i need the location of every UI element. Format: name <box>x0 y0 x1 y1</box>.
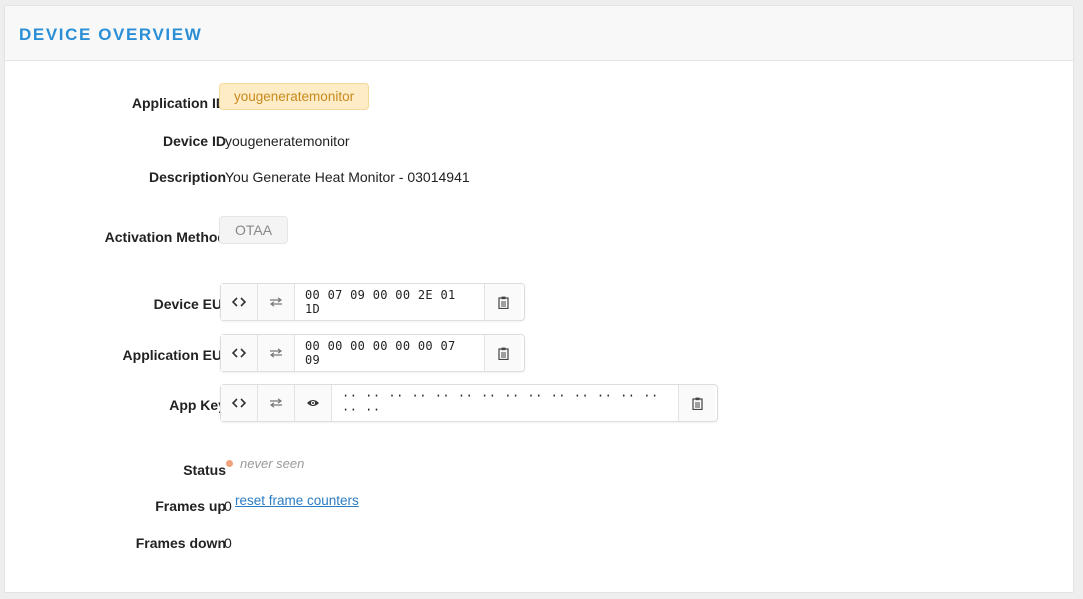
activation-method-label: Activation Method <box>104 229 226 245</box>
application-eui-field: 00 00 00 00 00 00 07 09 <box>220 334 525 372</box>
status-dot <box>226 460 233 467</box>
application-id-label: Application ID <box>131 95 226 111</box>
swap-arrows-icon[interactable] <box>258 284 295 320</box>
clipboard-icon[interactable] <box>679 385 715 421</box>
device-id-value: yougeneratemonitor <box>225 133 350 149</box>
clipboard-icon[interactable] <box>485 335 521 371</box>
status-value: never seen <box>240 456 305 471</box>
application-eui-value: 00 00 00 00 00 00 07 09 <box>295 335 485 371</box>
application-eui-label: Application EUI <box>122 347 226 363</box>
status-label: Status <box>183 462 226 478</box>
page-title: DEVICE OVERVIEW <box>19 25 203 44</box>
clipboard-icon[interactable] <box>485 284 521 320</box>
device-eui-field: 00 07 09 00 00 2E 01 1D <box>220 283 525 321</box>
frames-down-value: 0 <box>224 535 232 551</box>
code-brackets-icon[interactable] <box>221 284 258 320</box>
app-key-value: ·· ·· ·· ·· ·· ·· ·· ·· ·· ·· ·· ·· ·· ·… <box>332 385 679 421</box>
device-id-label: Device ID <box>162 133 226 149</box>
device-eui-value: 00 07 09 00 00 2E 01 1D <box>295 284 485 320</box>
code-brackets-icon[interactable] <box>221 335 258 371</box>
activation-method-tag: OTAA <box>219 216 289 244</box>
app-key-label: App Key <box>169 397 226 413</box>
app-key-field: ·· ·· ·· ·· ·· ·· ·· ·· ·· ·· ·· ·· ·· ·… <box>220 384 718 422</box>
frames-up-label: Frames up <box>155 498 226 514</box>
reset-frame-counters-link[interactable]: reset frame counters <box>235 493 359 508</box>
description-value: You Generate Heat Monitor - 03014941 <box>225 169 470 185</box>
frames-down-label: Frames down <box>135 535 226 551</box>
swap-arrows-icon[interactable] <box>258 385 295 421</box>
panel-header: DEVICE OVERVIEW <box>5 6 1073 61</box>
description-label: Description <box>148 169 226 185</box>
application-id-tag[interactable]: yougeneratemonitor <box>219 83 370 110</box>
swap-arrows-icon[interactable] <box>258 335 295 371</box>
frames-up-value: 0 <box>224 498 232 514</box>
device-eui-label: Device EUI <box>153 296 226 312</box>
code-brackets-icon[interactable] <box>221 385 258 421</box>
eye-icon[interactable] <box>295 385 332 421</box>
